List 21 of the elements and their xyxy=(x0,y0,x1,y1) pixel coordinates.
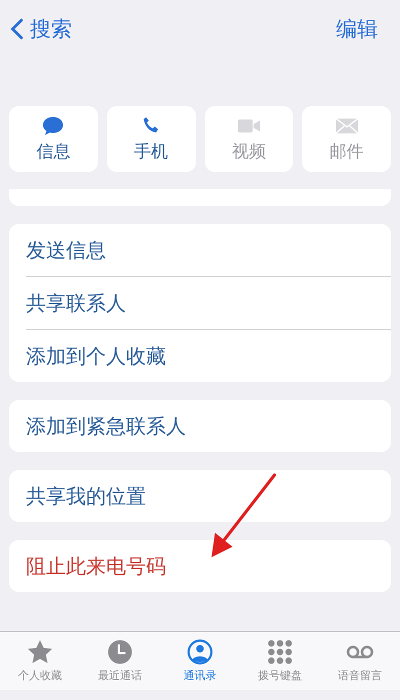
keypad-icon xyxy=(266,639,294,665)
menu-item[interactable]: 共享联系人 xyxy=(26,276,391,329)
menu-item[interactable]: 阻止此来电号码 xyxy=(26,540,391,592)
tab-bar-item[interactable]: 个人收藏 xyxy=(0,632,80,690)
tab-bar-item[interactable]: 语音留言 xyxy=(320,632,400,690)
menu-item[interactable]: 添加到紧急联系人 xyxy=(26,400,391,452)
tab-bar-item[interactable]: 通讯录 xyxy=(160,632,240,690)
speech-bubble-icon xyxy=(41,115,66,137)
menu-item[interactable]: 添加到个人收藏 xyxy=(26,329,391,382)
back-button[interactable]: 搜索 xyxy=(10,15,72,43)
star-icon xyxy=(26,639,54,665)
tab-bar-item[interactable]: 拨号键盘 xyxy=(240,632,320,690)
menu-item[interactable]: 共享我的位置 xyxy=(26,470,391,522)
edit-button[interactable]: 编辑 xyxy=(336,15,378,43)
tab-bar-item[interactable]: 最近通话 xyxy=(80,632,160,690)
clock-icon xyxy=(106,639,134,665)
menu-item[interactable]: 发送信息 xyxy=(26,224,391,276)
person-circle-icon xyxy=(186,639,214,665)
phone-action-button[interactable]: 手机 xyxy=(106,106,196,172)
message-action-button[interactable]: 信息 xyxy=(9,106,98,172)
back-chevron-icon xyxy=(10,18,24,40)
